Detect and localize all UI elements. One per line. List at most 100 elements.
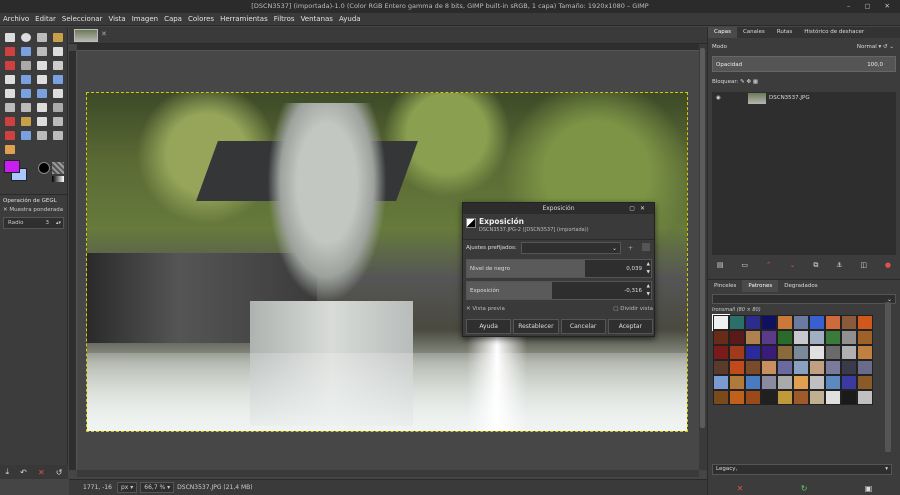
pattern-swatch[interactable] [857, 390, 873, 405]
pattern-swatch[interactable] [777, 360, 793, 375]
pattern-swatch[interactable] [761, 375, 777, 390]
clone-tool-icon[interactable] [21, 131, 31, 140]
brush-preview-icon[interactable] [38, 162, 50, 174]
pattern-swatch[interactable] [793, 315, 809, 330]
rotate-tool-icon[interactable] [37, 75, 47, 84]
add-preset-icon[interactable]: + [628, 243, 633, 255]
reset-options-icon[interactable]: ↺ [56, 468, 63, 477]
pattern-scrollbar[interactable] [885, 302, 891, 452]
pattern-swatch[interactable] [825, 360, 841, 375]
pattern-swatch[interactable] [857, 375, 873, 390]
airbrush-tool-icon[interactable] [53, 117, 63, 126]
pattern-swatch[interactable] [857, 330, 873, 345]
close-icon[interactable]: ✕ [101, 30, 107, 38]
pattern-swatch[interactable] [761, 345, 777, 360]
pattern-swatch[interactable] [713, 345, 729, 360]
pattern-swatch[interactable] [841, 375, 857, 390]
exposure-slider[interactable]: Exposición -0,316 ▲ ▼ [466, 281, 652, 300]
paintbrush-tool-icon[interactable] [21, 117, 31, 126]
pattern-swatch[interactable] [713, 375, 729, 390]
horizontal-ruler[interactable] [77, 44, 699, 51]
pattern-swatch[interactable] [857, 360, 873, 375]
ink-tool-icon[interactable] [5, 131, 15, 140]
zoom-select[interactable]: 66,7 % ▾ [140, 482, 175, 493]
weighted-sample-checkbox[interactable]: ✕ Muestra ponderada [3, 207, 64, 213]
ellipse-select-tool-icon[interactable] [21, 33, 31, 42]
pattern-swatch[interactable] [761, 360, 777, 375]
pattern-swatch[interactable] [825, 345, 841, 360]
pattern-swatch[interactable] [745, 345, 761, 360]
foreground-color[interactable] [4, 160, 20, 173]
color-picker-tool-icon[interactable] [5, 61, 15, 70]
scroll-thumb[interactable] [700, 48, 705, 428]
pattern-swatch[interactable] [745, 315, 761, 330]
dodge-burn-tool-icon[interactable] [5, 145, 15, 154]
preset-menu-icon[interactable] [642, 243, 650, 251]
save-options-icon[interactable]: ⤓ [6, 467, 10, 477]
pattern-swatch[interactable] [777, 315, 793, 330]
flip-tool-icon[interactable] [37, 89, 47, 98]
menu-ventanas[interactable]: Ventanas [301, 15, 333, 23]
move-tool-icon[interactable] [53, 61, 63, 70]
pattern-swatch[interactable] [729, 390, 745, 405]
gradient-preview-icon[interactable] [52, 176, 64, 182]
pattern-swatch[interactable] [857, 345, 873, 360]
pattern-swatch[interactable] [745, 360, 761, 375]
tab-capas[interactable]: Capas [708, 27, 737, 38]
new-group-icon[interactable]: ▭ [741, 261, 748, 269]
foreground-select-tool-icon[interactable] [37, 47, 47, 56]
anchor-layer-icon[interactable]: ⚓ [836, 261, 842, 269]
pattern-swatch[interactable] [857, 315, 873, 330]
tab-pinceles[interactable]: Pinceles [708, 280, 742, 292]
free-select-tool-icon[interactable] [37, 33, 47, 42]
pattern-swatch[interactable] [745, 375, 761, 390]
pattern-swatch[interactable] [809, 360, 825, 375]
menu-imagen[interactable]: Imagen [132, 15, 158, 23]
ok-button[interactable]: Aceptar [607, 319, 653, 334]
black-level-slider[interactable]: Nivel de negro 0,039 ▲ ▼ [466, 259, 652, 278]
lock-alpha-icon[interactable]: ▦ [753, 79, 758, 85]
pattern-swatch[interactable] [841, 315, 857, 330]
mask-icon[interactable]: ◫ [860, 261, 867, 269]
pattern-filter-dropdown[interactable]: ⌄ [712, 294, 896, 304]
text-tool-icon[interactable] [21, 103, 31, 112]
pattern-swatch[interactable] [729, 315, 745, 330]
pattern-swatch[interactable] [793, 330, 809, 345]
pattern-swatch[interactable] [793, 345, 809, 360]
tab-degradados[interactable]: Degradados [778, 280, 823, 292]
split-view-checkbox[interactable]: ▢ Dividir vista [613, 306, 653, 312]
scissors-tool-icon[interactable] [21, 47, 31, 56]
pattern-swatch[interactable] [809, 345, 825, 360]
pattern-swatch[interactable] [825, 330, 841, 345]
pattern-swatch[interactable] [825, 375, 841, 390]
new-layer-icon[interactable]: ▤ [717, 261, 724, 269]
image-tab-thumbnail[interactable] [74, 29, 98, 42]
pattern-swatch[interactable] [713, 330, 729, 345]
pattern-swatch[interactable] [729, 330, 745, 345]
cancel-button[interactable]: Cancelar [560, 319, 606, 334]
pattern-swatch[interactable] [712, 314, 730, 331]
fuzzy-select-tool-icon[interactable] [53, 33, 63, 42]
menu-filtros[interactable]: Filtros [274, 15, 295, 23]
visibility-eye-icon[interactable]: ◉ [716, 92, 721, 105]
menu-capa[interactable]: Capa [164, 15, 182, 23]
tag-filter[interactable]: Legacy, ▾ [712, 464, 892, 475]
tab-historico[interactable]: Histórico de deshacer [798, 27, 870, 38]
tab-rutas[interactable]: Rutas [771, 27, 798, 38]
pattern-swatch[interactable] [729, 375, 745, 390]
duplicate-layer-icon[interactable]: ⧉ [813, 261, 818, 270]
mode-select[interactable]: Normal ▾ ↺ ⌄ [857, 41, 894, 53]
pencil-tool-icon[interactable] [5, 117, 15, 126]
pattern-swatch[interactable] [809, 375, 825, 390]
refresh-icon[interactable]: ↻ [801, 484, 808, 493]
pattern-swatch[interactable] [745, 330, 761, 345]
bucket-fill-tool-icon[interactable] [37, 103, 47, 112]
dialog-titlebar[interactable]: Exposición ▢✕ [463, 203, 654, 214]
horizontal-scrollbar[interactable] [77, 470, 699, 477]
pattern-swatch[interactable] [841, 345, 857, 360]
preview-checkbox[interactable]: ✕ Vista previa [466, 306, 505, 312]
lower-layer-icon[interactable]: ⌄ [790, 261, 796, 269]
pattern-swatch[interactable] [761, 315, 777, 330]
heal-tool-icon[interactable] [37, 131, 47, 140]
vertical-scrollbar[interactable] [699, 44, 707, 470]
